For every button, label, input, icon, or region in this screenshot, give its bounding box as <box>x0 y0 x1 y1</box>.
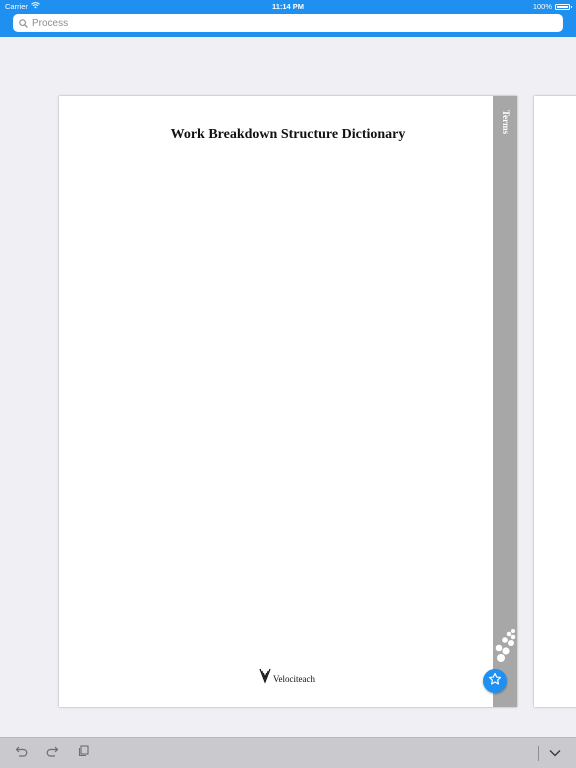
search-icon <box>19 18 28 28</box>
bottom-toolbar <box>0 737 576 768</box>
search-input[interactable] <box>32 17 532 29</box>
top-bar: Carrier 11:14 PM 100% <box>0 0 576 37</box>
battery-percent: 100% <box>532 2 552 11</box>
favorite-button[interactable] <box>483 669 507 693</box>
document-page[interactable]: Work Breakdown Structure Dictionary Term… <box>59 96 517 707</box>
battery-icon <box>555 3 572 10</box>
logo-mark-icon <box>259 668 271 689</box>
tab-terms-label: Terms <box>501 110 511 135</box>
redo-icon <box>45 744 59 762</box>
next-page-preview[interactable] <box>534 96 576 707</box>
pages-icon <box>77 744 89 762</box>
pages-button[interactable] <box>75 745 91 761</box>
chevron-down-icon <box>549 744 561 762</box>
collapse-button[interactable] <box>547 745 563 761</box>
toolbar-divider <box>538 746 539 761</box>
velociteach-logo: Velociteach <box>259 668 315 689</box>
section-tab-strip[interactable]: Terms <box>493 96 517 707</box>
redo-button[interactable] <box>44 745 60 761</box>
dots-decoration-icon <box>495 629 516 662</box>
status-bar: Carrier 11:14 PM 100% <box>0 0 576 12</box>
undo-button[interactable] <box>14 745 30 761</box>
clock: 11:14 PM <box>271 2 305 11</box>
logo-text: Velociteach <box>273 673 315 684</box>
star-outline-icon <box>488 672 502 691</box>
battery-status: 100% <box>532 2 572 11</box>
page-title: Work Breakdown Structure Dictionary <box>170 127 406 142</box>
search-bar[interactable] <box>13 14 563 32</box>
undo-icon <box>15 744 29 762</box>
